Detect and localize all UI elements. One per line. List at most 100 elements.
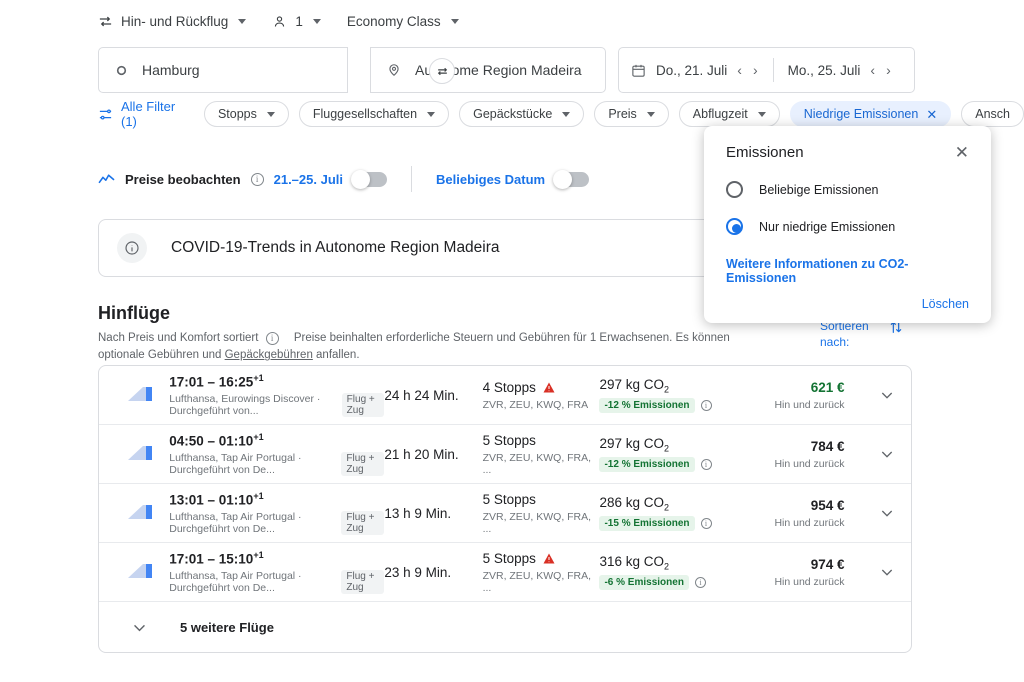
expand-row-button[interactable] [845, 387, 896, 403]
popup-header: Emissionen ✕ [726, 144, 969, 161]
passenger-selector[interactable]: 1 [272, 14, 321, 29]
flight-time-range: 17:01 – 16:25 [169, 374, 254, 390]
origin-value: Hamburg [142, 62, 200, 78]
trip-type-label: Hin- und Rückflug [121, 14, 229, 29]
swap-locations-button[interactable] [429, 58, 455, 84]
any-date-toggle[interactable] [553, 169, 590, 189]
expand-row-button[interactable] [845, 446, 896, 462]
flight-time-range: 04:50 – 01:10 [169, 433, 254, 449]
radio-label: Beliebige Emissionen [759, 182, 879, 197]
search-fields-row: Hamburg Autonome Region Madeira [98, 47, 606, 93]
close-icon[interactable]: ✕ [955, 144, 969, 161]
flight-time-range: 17:01 – 15:10 [169, 551, 254, 567]
filter-chip-bags[interactable]: Gepäckstücke [459, 101, 585, 127]
chevron-down-icon [881, 392, 893, 399]
any-date-label[interactable]: Beliebiges Datum [436, 172, 545, 187]
filter-bar: Alle Filter (1) Stopps Fluggesellschafte… [98, 99, 1024, 129]
filter-chip-stops[interactable]: Stopps [203, 101, 289, 127]
cabin-class-label: Economy Class [346, 14, 441, 29]
trip-type-selector[interactable]: Hin- und Rückflug [98, 14, 247, 29]
chevron-down-icon [562, 111, 571, 117]
all-filters-label: Alle Filter (1) [121, 99, 176, 129]
origin-input[interactable]: Hamburg [98, 47, 348, 93]
departure-prev-button[interactable]: ‹ [736, 62, 743, 78]
chevron-down-icon [427, 111, 436, 117]
swap-icon [437, 67, 447, 75]
chip-label: Fluggesellschaften [312, 107, 418, 121]
co2-value: 286 kg CO [599, 494, 665, 510]
duration-value: 24 h 24 Min. [384, 387, 459, 403]
filter-chip-departure-time[interactable]: Abflugzeit [678, 101, 780, 127]
destination-input[interactable]: Autonome Region Madeira [370, 47, 606, 93]
flight-duration: 24 h 24 Min. [384, 388, 482, 403]
chip-label: Stopps [217, 107, 257, 121]
filter-chip-connecting[interactable]: Ansch [961, 101, 1024, 127]
toggle-knob [351, 169, 370, 189]
day-offset: +1 [253, 550, 264, 561]
watch-date-range[interactable]: 21.–25. Juli [274, 172, 343, 187]
info-icon[interactable]: i [700, 400, 712, 412]
stop-codes: ZVR, ZEU, KWQ, FRA, ... [482, 569, 592, 594]
chip-label: Ansch [975, 107, 1010, 121]
stops-count: 5 Stopps [482, 432, 536, 448]
departure-date[interactable]: Do., 21. Juli ‹ › [656, 62, 759, 78]
filter-chip-airlines[interactable]: Fluggesellschaften [298, 101, 450, 127]
airline-names: Lufthansa, Tap Air Portugal · Durchgefüh… [169, 451, 302, 476]
return-next-button[interactable]: › [885, 62, 892, 78]
departure-next-button[interactable]: › [752, 62, 759, 78]
stops-count: 5 Stopps [482, 491, 536, 507]
date-range-field[interactable]: Do., 21. Juli ‹ › Mo., 25. Juli ‹ › [618, 47, 915, 93]
results-subtext: Nach Preis und Komfort sortiert i Preise… [98, 330, 748, 365]
expand-row-button[interactable] [845, 564, 896, 580]
co2-more-info-link[interactable]: Weitere Informationen zu CO2-Emissionen [726, 257, 969, 285]
info-icon[interactable]: i [694, 577, 706, 589]
info-icon[interactable]: i [700, 459, 712, 471]
chevron-down-icon [881, 510, 893, 517]
baggage-fees-link[interactable]: Gepäckgebühren [225, 349, 313, 361]
expand-row-button[interactable] [845, 505, 896, 521]
table-row[interactable]: 04:50 – 01:10+1 Lufthansa, Tap Air Portu… [99, 425, 911, 484]
popup-title: Emissionen [726, 144, 804, 161]
radio-low-emissions[interactable]: Nur niedrige Emissionen [726, 218, 969, 235]
day-offset: +1 [253, 491, 264, 502]
co2-value: 297 kg CO [599, 435, 665, 451]
filter-chip-low-emissions[interactable]: Niedrige Emissionen ✕ [789, 101, 952, 127]
table-row[interactable]: 17:01 – 16:25+1 Lufthansa, Eurowings Dis… [99, 366, 911, 425]
all-filters-button[interactable]: Alle Filter (1) [98, 99, 186, 129]
price-value: 954 € [810, 497, 845, 513]
return-prev-button[interactable]: ‹ [869, 62, 876, 78]
flight-stops: 5 Stopps ZVR, ZEU, KWQ, FRA, ... [483, 551, 600, 594]
show-more-flights-button[interactable]: 5 weitere Flüge [99, 602, 911, 652]
info-icon[interactable]: i [700, 518, 712, 530]
transport-mode-badge: Flug + Zug [341, 392, 385, 417]
table-row[interactable]: 17:01 – 15:10+1 Lufthansa, Tap Air Portu… [99, 543, 911, 602]
info-icon[interactable]: i [250, 172, 264, 186]
chip-label: Gepäckstücke [473, 107, 553, 121]
price-value: 974 € [810, 556, 845, 572]
table-row[interactable]: 13:01 – 01:10+1 Lufthansa, Tap Air Portu… [99, 484, 911, 543]
date-divider [772, 58, 774, 82]
flight-stops: 4 Stopps ZVR, ZEU, KWQ, FRA [483, 380, 600, 411]
chevron-down-icon [238, 19, 247, 24]
return-date[interactable]: Mo., 25. Juli ‹ › [788, 62, 892, 78]
price-type: Hin und zurück [774, 398, 845, 411]
duration-value: 13 h 9 Min. [384, 505, 452, 521]
price-watch-toggle[interactable] [351, 169, 387, 189]
airline-logo [115, 561, 169, 583]
flight-duration: 21 h 20 Min. [384, 447, 482, 462]
info-icon[interactable]: i [265, 332, 279, 345]
price-type: Hin und zurück [774, 516, 845, 529]
radio-any-emissions[interactable]: Beliebige Emissionen [726, 181, 969, 198]
cabin-class-selector[interactable]: Economy Class [347, 14, 459, 29]
disclaimer-text-2: anfallen. [312, 349, 360, 362]
close-icon[interactable]: ✕ [926, 108, 937, 121]
stops-count: 4 Stopps [482, 379, 536, 395]
stops-count: 5 Stopps [482, 550, 536, 566]
flight-times: 04:50 – 01:10+1 Lufthansa, Tap Air Portu… [169, 432, 385, 476]
flight-stops: 5 Stopps ZVR, ZEU, KWQ, FRA, ... [483, 433, 600, 476]
airplane-tail-icon [128, 564, 153, 578]
transport-mode-badge: Flug + Zug [341, 451, 385, 476]
clear-filter-button[interactable]: Löschen [726, 297, 969, 311]
filter-chip-price[interactable]: Preis [594, 101, 669, 127]
filter-sliders-icon [98, 107, 113, 122]
